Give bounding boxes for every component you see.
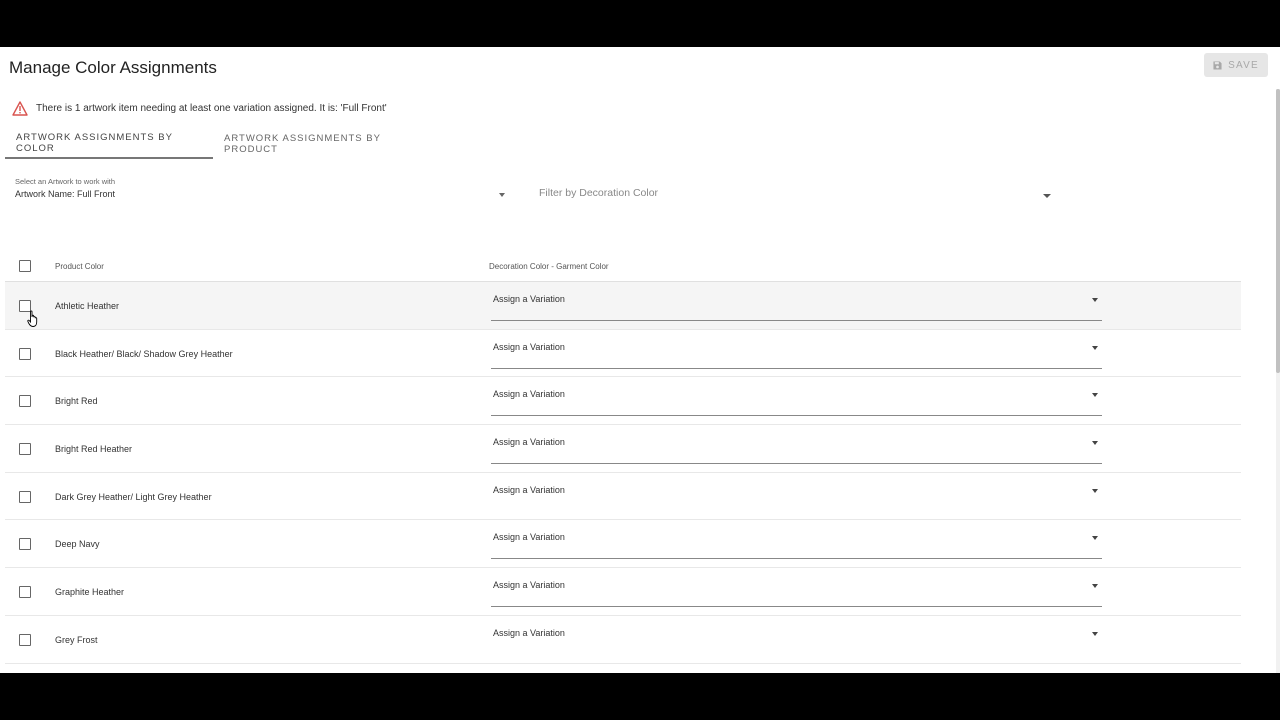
tab-bar: ARTWORK ASSIGNMENTS BY COLOR ARTWORK ASS… bbox=[5, 129, 437, 159]
header-decoration-color: Decoration Color - Garment Color bbox=[489, 262, 609, 271]
assign-variation-label: Assign a Variation bbox=[493, 580, 565, 591]
product-color-name: Bright Red bbox=[55, 396, 98, 407]
assign-variation-label: Assign a Variation bbox=[493, 389, 565, 400]
assign-variation-select[interactable]: Assign a Variation bbox=[491, 580, 1102, 608]
table-row[interactable]: Black Heather/ Black/ Shadow Grey Heathe… bbox=[5, 330, 1241, 378]
tab-assignments-by-color[interactable]: ARTWORK ASSIGNMENTS BY COLOR bbox=[5, 129, 213, 159]
product-color-name: Grey Frost bbox=[55, 634, 98, 645]
chevron-down-icon bbox=[1092, 441, 1098, 446]
assign-variation-select[interactable]: Assign a Variation bbox=[491, 628, 1102, 645]
warning-text: There is 1 artwork item needing at least… bbox=[36, 103, 387, 114]
product-color-name: Bright Red Heather bbox=[55, 444, 133, 455]
select-all-checkbox[interactable] bbox=[19, 260, 31, 272]
warning-triangle-icon bbox=[12, 101, 28, 116]
assign-variation-select[interactable]: Assign a Variation bbox=[491, 437, 1102, 465]
chevron-down-icon bbox=[1092, 536, 1098, 541]
product-color-name: Graphite Heather bbox=[55, 587, 125, 598]
product-color-name: Deep Navy bbox=[55, 539, 100, 550]
assign-variation-select[interactable]: Assign a Variation bbox=[491, 532, 1102, 560]
chevron-down-icon bbox=[1092, 631, 1098, 636]
mouse-pointer-icon bbox=[27, 310, 38, 327]
table-row[interactable]: Bright Red Heather Assign a Variation bbox=[5, 425, 1241, 473]
color-assignments-table: Product Color Decoration Color - Garment… bbox=[5, 247, 1241, 664]
row-checkbox[interactable] bbox=[19, 490, 31, 503]
assign-variation-label: Assign a Variation bbox=[493, 294, 565, 304]
decoration-color-filter-select[interactable]: Filter by Decoration Color bbox=[539, 187, 1051, 207]
row-checkbox[interactable] bbox=[19, 586, 31, 599]
assign-variation-label: Assign a Variation bbox=[493, 532, 565, 543]
chevron-down-icon bbox=[1092, 298, 1098, 302]
artwork-select-value: Artwork Name: Full Front bbox=[15, 189, 116, 199]
chevron-down-icon bbox=[1092, 345, 1098, 350]
product-color-name: Black Heather/ Black/ Shadow Grey Heathe… bbox=[55, 348, 233, 359]
filter-placeholder: Filter by Decoration Color bbox=[539, 187, 659, 199]
table-row[interactable]: Graphite Heather Assign a Variation bbox=[5, 568, 1241, 616]
assign-variation-label: Assign a Variation bbox=[493, 484, 565, 495]
manage-color-assignments-page: Manage Color Assignments SAVE There is 1… bbox=[0, 47, 1280, 673]
table-header: Product Color Decoration Color - Garment… bbox=[5, 247, 1241, 282]
table-row[interactable]: Deep Navy Assign a Variation bbox=[5, 520, 1241, 569]
artwork-select-label: Select an Artwork to work with bbox=[15, 177, 116, 186]
assign-variation-label: Assign a Variation bbox=[493, 437, 565, 448]
assign-variation-label: Assign a Variation bbox=[493, 627, 565, 638]
row-checkbox[interactable] bbox=[19, 347, 31, 360]
table-row[interactable]: Grey Frost Assign a Variation bbox=[5, 616, 1241, 664]
table-row[interactable]: Athletic Heather Assign a Variation bbox=[5, 282, 1241, 330]
assign-variation-select[interactable]: Assign a Variation bbox=[491, 342, 1102, 369]
chevron-down-icon bbox=[499, 193, 505, 197]
page-scrollbar[interactable] bbox=[1276, 89, 1280, 673]
save-button[interactable]: SAVE bbox=[1204, 53, 1268, 77]
warning-banner: There is 1 artwork item needing at least… bbox=[12, 101, 387, 116]
assign-variation-select[interactable]: Assign a Variation bbox=[491, 294, 1102, 321]
header-product-color: Product Color bbox=[55, 262, 104, 271]
assign-variation-select[interactable]: Assign a Variation bbox=[491, 485, 1102, 502]
page-title: Manage Color Assignments bbox=[9, 58, 217, 77]
artwork-select[interactable]: Select an Artwork to work with Artwork N… bbox=[15, 177, 507, 203]
save-button-label: SAVE bbox=[1228, 59, 1259, 71]
row-checkbox[interactable] bbox=[19, 443, 31, 456]
chevron-down-icon bbox=[1043, 194, 1051, 198]
row-checkbox[interactable] bbox=[19, 395, 31, 408]
table-row[interactable]: Dark Grey Heather/ Light Grey Heather As… bbox=[5, 473, 1241, 521]
chevron-down-icon bbox=[1092, 488, 1098, 493]
chevron-down-icon bbox=[1092, 393, 1098, 398]
row-checkbox[interactable] bbox=[19, 633, 31, 646]
product-color-name: Athletic Heather bbox=[55, 301, 120, 311]
table-row[interactable]: Bright Red Assign a Variation bbox=[5, 377, 1241, 426]
floppy-disk-icon bbox=[1213, 60, 1222, 70]
browser-top-bar bbox=[0, 0, 1280, 47]
chevron-down-icon bbox=[1092, 584, 1098, 589]
assign-variation-select[interactable]: Assign a Variation bbox=[491, 389, 1102, 417]
row-checkbox[interactable] bbox=[19, 538, 31, 551]
tab-assignments-by-product[interactable]: ARTWORK ASSIGNMENTS BY PRODUCT bbox=[213, 129, 437, 159]
assign-variation-label: Assign a Variation bbox=[493, 341, 565, 352]
scrollbar-thumb[interactable] bbox=[1276, 89, 1280, 373]
browser-bottom-bar bbox=[0, 673, 1280, 720]
product-color-name: Dark Grey Heather/ Light Grey Heather bbox=[55, 491, 212, 502]
